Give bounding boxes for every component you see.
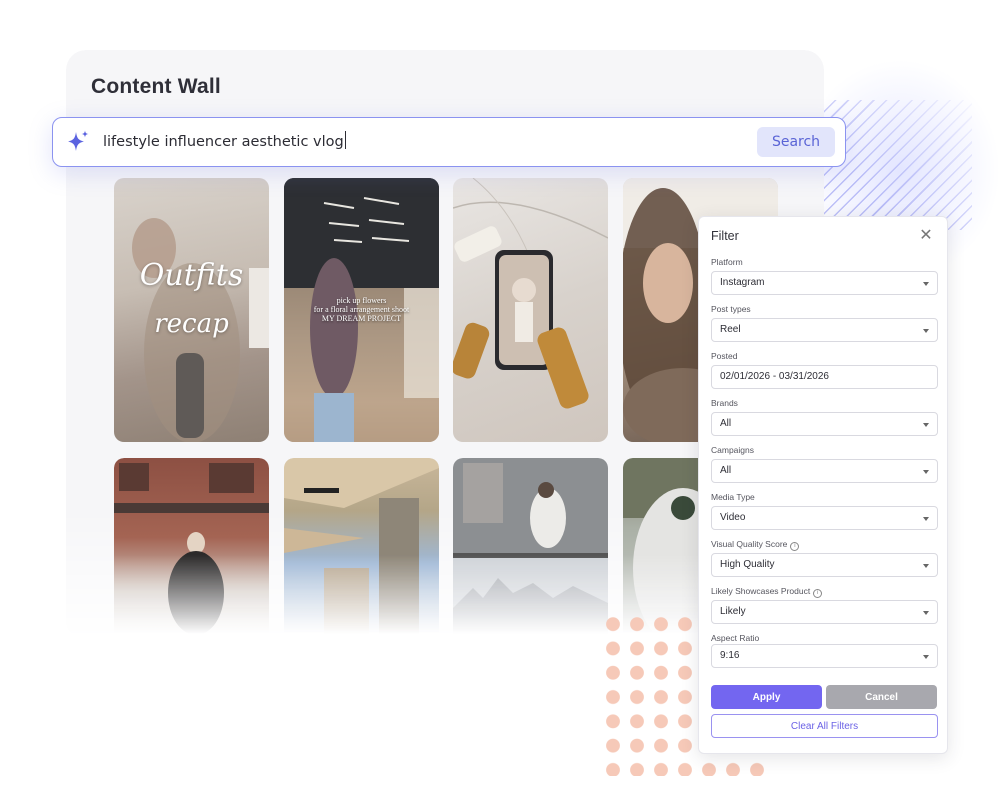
campaigns-label: Campaigns [711,445,754,455]
visual-quality-value: High Quality [720,559,775,570]
chevron-down-icon [923,282,929,286]
aspect-ratio-value: 9:16 [720,650,740,661]
post-types-select[interactable]: Reel [711,318,938,342]
aspect-ratio-select[interactable]: 9:16 [711,644,938,668]
close-icon[interactable]: ✕ [916,226,936,246]
chevron-down-icon [923,564,929,568]
brands-label: Brands [711,398,738,408]
cancel-button[interactable]: Cancel [826,685,937,709]
tile-2-overlay-line-3: MY DREAM PROJECT [321,314,402,323]
chevron-down-icon [923,517,929,521]
tile-1-overlay-line-2: recap [154,309,229,339]
post-types-value: Reel [720,324,741,335]
tile-2-overlay-line-2: for a floral arrangement shoot [313,305,410,314]
visual-quality-label: Visual Quality Score i [711,539,800,551]
posted-date-range-field[interactable]: 02/01/2026 - 03/31/2026 [711,365,938,389]
search-bar: lifestyle influencer aesthetic vlog [52,117,846,167]
content-tile-1[interactable]: Outfits recap [114,178,269,442]
search-input[interactable]: lifestyle influencer aesthetic vlog [103,131,346,150]
chevron-down-icon [923,655,929,659]
chevron-down-icon [923,423,929,427]
showcases-product-label-text: Likely Showcases Product [711,586,811,596]
decorative-stripes [822,100,972,230]
tile-3-scene [453,178,608,409]
visual-quality-select[interactable]: High Quality [711,553,938,577]
tile-5-scene [114,463,269,634]
content-tile-2[interactable]: pick up flowers for a floral arrangement… [284,178,439,442]
showcases-product-select[interactable]: Likely [711,600,938,624]
apply-button[interactable]: Apply [711,685,822,709]
post-types-label: Post types [711,304,751,314]
chevron-down-icon [923,470,929,474]
sparkle-icon [68,130,89,151]
campaigns-select[interactable]: All [711,459,938,483]
chevron-down-icon [923,611,929,615]
text-caret [344,131,346,149]
platform-value: Instagram [720,277,765,288]
brands-select[interactable]: All [711,412,938,436]
platform-label: Platform [711,257,743,267]
posted-value: 02/01/2026 - 03/31/2026 [720,371,829,382]
showcases-product-value: Likely [720,606,746,617]
clear-all-filters-button[interactable]: Clear All Filters [711,714,938,738]
page-title: Content Wall [91,75,221,98]
campaigns-value: All [720,465,732,476]
content-tile-7[interactable] [453,458,608,634]
search-query: lifestyle influencer aesthetic vlog [103,134,344,150]
media-type-select[interactable]: Video [711,506,938,530]
tile-7-scene [453,458,608,634]
search-button[interactable]: Search [757,127,835,157]
media-type-value: Video [720,512,746,523]
tile-6-scene [284,458,439,634]
aspect-ratio-label: Aspect Ratio [711,633,760,643]
visual-quality-label-text: Visual Quality Score [711,539,788,549]
filter-panel: Filter ✕ Platform Instagram Post types R… [698,216,948,754]
platform-select[interactable]: Instagram [711,271,938,295]
info-icon[interactable]: i [813,589,823,598]
info-icon[interactable]: i [790,542,800,551]
content-tile-5[interactable] [114,458,269,634]
tile-1-overlay-line-1: Outfits [139,258,244,293]
tile-2-overlay-line-1: pick up flowers [336,296,387,305]
showcases-product-label: Likely Showcases Product i [711,586,823,598]
media-type-label: Media Type [711,492,755,502]
chevron-down-icon [923,329,929,333]
content-tile-6[interactable] [284,458,439,634]
brands-value: All [720,418,732,429]
filter-title: Filter [711,229,739,243]
content-tile-3[interactable] [453,178,608,442]
posted-label: Posted [711,351,738,361]
